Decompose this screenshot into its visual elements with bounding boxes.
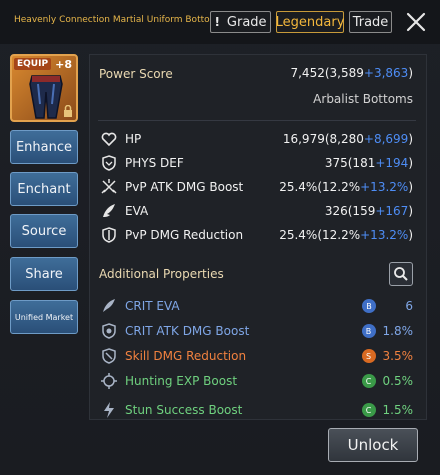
stat-row-pvp-dmg-reduction: PvP DMG Reduction 25.4%(12.2%+13.2%)	[100, 225, 413, 245]
equip-level: +8	[55, 58, 72, 71]
hunting-exp-icon	[101, 373, 117, 389]
enchant-button[interactable]: Enchant	[10, 172, 78, 206]
grade-badge: B	[361, 324, 376, 338]
item-icon-slot[interactable]: EQUIP +8	[10, 54, 78, 122]
trade-button[interactable]: Trade	[349, 11, 392, 33]
stat-row-hp: HP 16,979(8,280+8,699)	[100, 129, 413, 149]
search-button[interactable]	[389, 262, 413, 286]
unlock-button[interactable]: Unlock	[328, 428, 418, 462]
unified-market-button[interactable]: Unified Market	[10, 300, 78, 334]
crit-atk-icon	[102, 323, 116, 339]
grade-badge: C	[361, 403, 376, 417]
pants-icon	[29, 75, 63, 119]
power-score-value: 7,452(3,589+3,863)	[290, 66, 413, 80]
item-detail-window: Heavenly Connection Martial Uniform Bott…	[0, 0, 440, 475]
grade-button[interactable]: ! Grade	[210, 11, 271, 33]
shield-icon	[102, 155, 116, 171]
skill-dmg-icon	[102, 348, 116, 364]
shield-sword-icon	[102, 227, 116, 243]
legendary-badge: Legendary	[276, 11, 344, 33]
swords-icon	[101, 179, 117, 194]
stun-icon	[104, 402, 114, 418]
source-button[interactable]: Source	[10, 214, 78, 248]
prop-row-hunting-exp-boost: Hunting EXP Boost C 0.5%	[100, 371, 413, 391]
grade-label: Grade	[226, 14, 267, 30]
stat-row-pvp-atk: PvP ATK DMG Boost 25.4%(12.2%+13.2%)	[100, 177, 413, 197]
prop-row-stun-success-boost: Stun Success Boost C 1.5%	[100, 400, 413, 419]
equip-tag: EQUIP	[14, 58, 52, 70]
additional-properties-title: Additional Properties	[99, 267, 224, 281]
crit-eva-icon	[103, 299, 115, 312]
item-type: Arbalist Bottoms	[313, 92, 413, 106]
grade-badge: S	[361, 349, 376, 363]
stat-row-phys-def: PHYS DEF 375(181+194)	[100, 153, 413, 173]
enhance-button[interactable]: Enhance	[10, 130, 78, 164]
lock-icon	[64, 105, 72, 117]
item-title: Heavenly Connection Martial Uniform Bott…	[14, 15, 235, 25]
item-name: Heavenly Connection Martial Uniform Bott…	[14, 15, 219, 25]
prop-row-skill-dmg-reduction: Skill DMG Reduction S 3.5%	[100, 346, 413, 366]
item-stats-panel: Power Score 7,452(3,589+3,863) Arbalist …	[89, 54, 427, 420]
close-icon[interactable]	[404, 10, 428, 34]
heart-icon	[101, 132, 117, 147]
grade-badge: C	[361, 374, 376, 388]
share-button[interactable]: Share	[10, 257, 78, 291]
item-header: Heavenly Connection Martial Uniform Bott…	[0, 0, 440, 44]
divider	[98, 120, 416, 121]
magnifier-icon	[394, 267, 408, 281]
power-score-label: Power Score	[99, 67, 173, 81]
wing-icon	[103, 204, 115, 217]
grade-badge: B	[362, 299, 376, 313]
exclamation-icon: !	[214, 15, 220, 29]
stat-row-eva: EVA 326(159+167)	[100, 201, 413, 221]
prop-row-crit-eva: CRIT EVA B 6	[100, 296, 413, 316]
prop-row-crit-atk-dmg-boost: CRIT ATK DMG Boost B 1.8%	[100, 321, 413, 341]
